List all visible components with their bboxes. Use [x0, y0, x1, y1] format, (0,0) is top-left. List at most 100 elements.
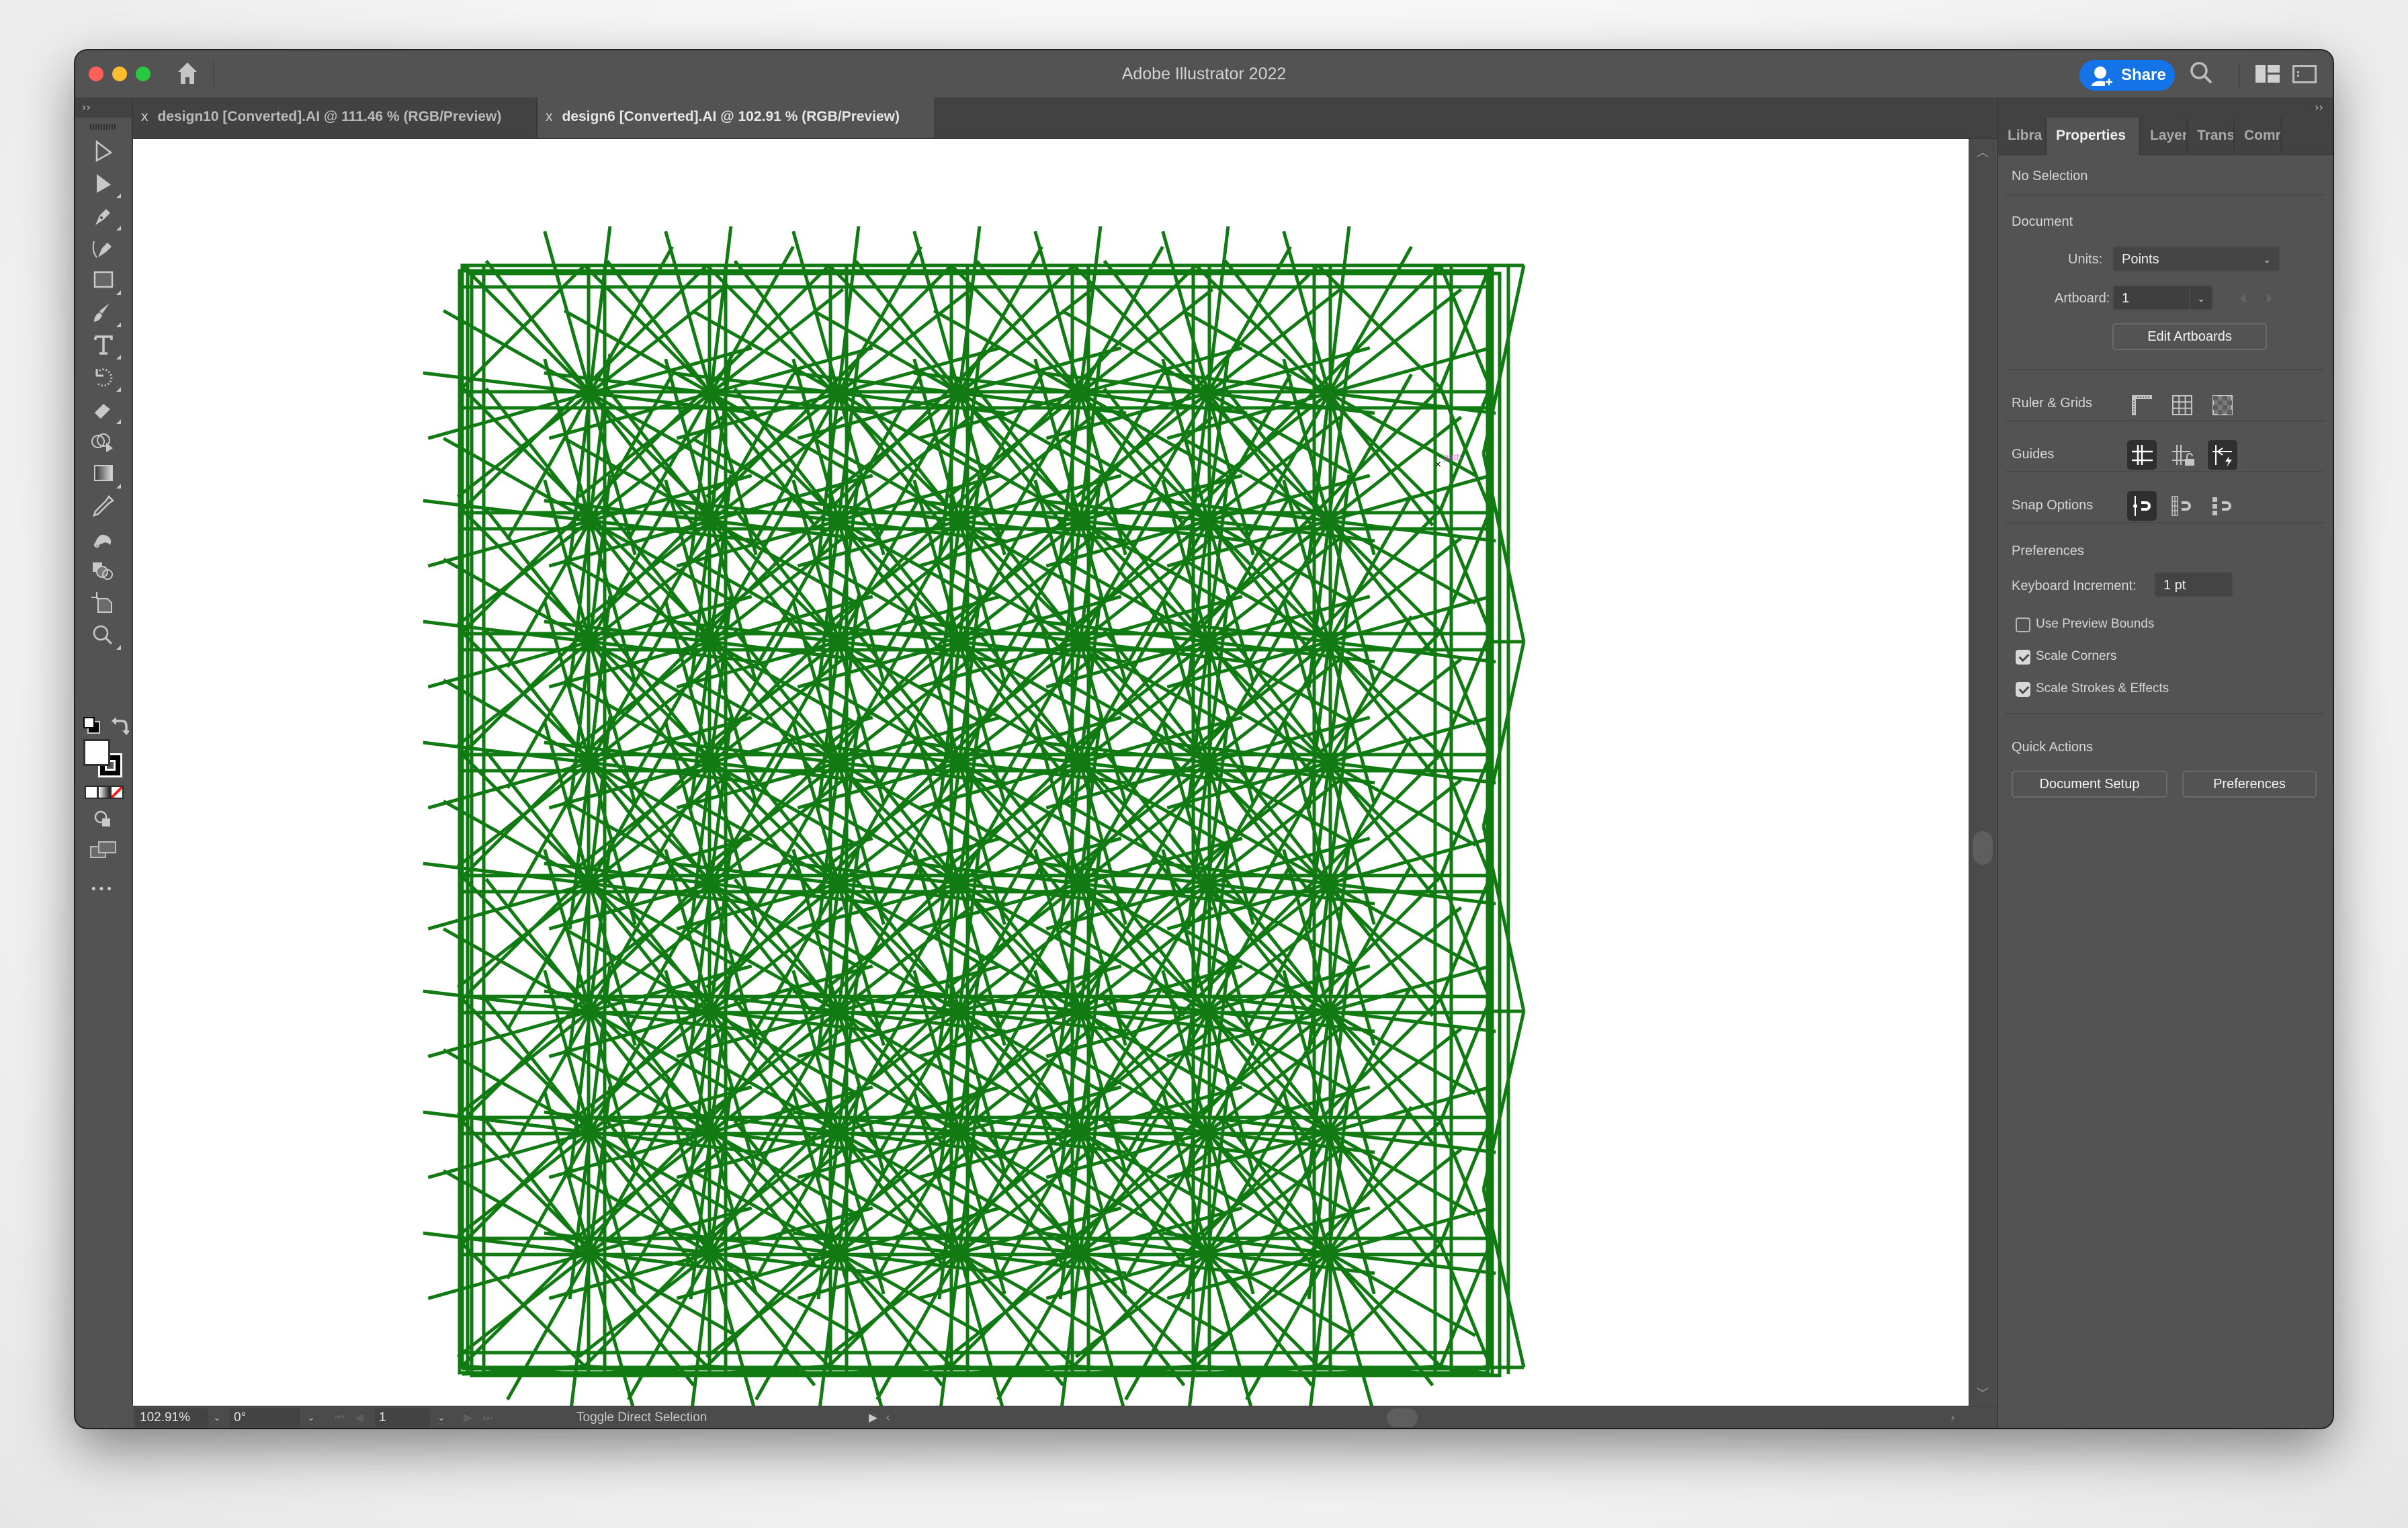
keyboard-increment-field[interactable]: 1 pt — [2154, 572, 2233, 597]
show-guides-icon[interactable] — [2127, 440, 2157, 470]
use-preview-bounds-checkbox[interactable] — [2016, 618, 2030, 632]
direct-selection-icon — [97, 174, 111, 193]
snap-to-point-icon[interactable] — [2127, 491, 2157, 521]
close-tab-icon[interactable]: x — [141, 97, 148, 136]
transparency-grid-icon[interactable] — [2208, 390, 2237, 420]
document-setup-button[interactable]: Document Setup — [2012, 771, 2167, 798]
scale-strokes-effects-checkbox[interactable] — [2016, 682, 2030, 697]
scroll-up-icon[interactable]: ︿ — [1969, 143, 1996, 161]
screen-mode-icon[interactable] — [90, 840, 117, 860]
color-button[interactable] — [86, 787, 97, 798]
swap-arrow-icon[interactable] — [110, 716, 130, 736]
artboard-tool[interactable] — [89, 589, 118, 616]
scroll-down-icon[interactable]: ﹀ — [1969, 1384, 1996, 1402]
artwork-pattern[interactable] — [133, 139, 1969, 1406]
color-mode-buttons — [85, 786, 124, 799]
section-divider — [2005, 713, 2325, 714]
tab-comments[interactable]: Comr — [2235, 118, 2282, 154]
snap-to-grid-icon[interactable] — [2167, 491, 2197, 521]
share-button[interactable]: Share — [2079, 60, 2175, 91]
horizontal-scroll-thumb[interactable] — [1387, 1408, 1418, 1427]
next-artboard-icon[interactable]: ▶ — [464, 1408, 472, 1427]
panel-collapse-button[interactable]: ›› — [1998, 97, 2333, 118]
title-bar: Adobe Illustrator 2022 Share — [75, 50, 2333, 99]
ruler-grids-label: Ruler & Grids — [2012, 396, 2093, 411]
first-artboard-icon[interactable]: ⏮ — [335, 1408, 345, 1427]
eraser-tool[interactable] — [89, 396, 121, 424]
grid-icon[interactable] — [2167, 390, 2197, 420]
vertical-scroll-thumb[interactable] — [1973, 831, 1993, 865]
paintbrush-icon — [94, 303, 110, 322]
previous-artboard-icon[interactable]: ◀ — [355, 1408, 363, 1427]
workspace-switcher-icon[interactable] — [2255, 64, 2280, 87]
radiating-line — [1206, 863, 1292, 1013]
last-artboard-icon[interactable]: ⏭ — [482, 1408, 492, 1427]
shape-builder-tool[interactable] — [89, 428, 118, 455]
scale-corners-checkbox[interactable] — [2016, 650, 2030, 665]
next-artboard-icon[interactable] — [2267, 294, 2272, 303]
artboard-navigation-field[interactable]: 1 — [375, 1408, 430, 1427]
tab-properties[interactable]: Properties — [2047, 118, 2141, 155]
zoom-tool[interactable] — [89, 622, 121, 650]
gradient-button[interactable] — [99, 787, 110, 798]
pen-tool[interactable] — [89, 202, 121, 230]
eyedropper-tool[interactable] — [89, 493, 118, 519]
app-title: Adobe Illustrator 2022 — [1121, 65, 1287, 83]
puppet-warp-tool[interactable] — [89, 525, 118, 552]
rulers-icon[interactable] — [2127, 390, 2157, 420]
none-button[interactable] — [112, 787, 122, 798]
guides-label: Guides — [2012, 447, 2055, 462]
share-label: Share — [2121, 66, 2166, 84]
edit-toolbar-button[interactable]: ••• — [90, 882, 114, 896]
radiating-line — [1328, 1130, 1477, 1216]
previous-artboard-icon[interactable] — [2240, 294, 2245, 303]
smart-guide-cursor: × — [1434, 460, 1442, 470]
tab-libraries[interactable]: Libra — [1998, 118, 2047, 154]
preferences-button[interactable]: Preferences — [2182, 771, 2317, 798]
edit-artboards-button[interactable]: Edit Artboards — [2112, 323, 2267, 350]
artboard-canvas[interactable]: × path — [133, 139, 1969, 1406]
draw-mode-icon[interactable] — [94, 810, 114, 829]
units-dropdown[interactable]: Points ⌄ — [2112, 246, 2280, 271]
zoom-dropdown-icon[interactable]: ⌄ — [207, 1408, 227, 1427]
zoom-level-field[interactable]: 102.91% — [136, 1408, 208, 1427]
radiating-line — [442, 800, 591, 886]
radiating-line — [1328, 1131, 1434, 1266]
paintbrush-tool[interactable] — [89, 299, 121, 327]
tab-transform[interactable]: Trans — [2188, 118, 2235, 154]
rotate-tool[interactable] — [89, 364, 121, 392]
blend-tool[interactable] — [89, 557, 118, 584]
arrange-documents-icon[interactable] — [2292, 64, 2317, 87]
gradient-tool[interactable] — [89, 460, 121, 489]
scroll-left-icon[interactable]: ‹ — [886, 1408, 890, 1427]
vertical-scrollbar[interactable]: ︿ ﹀ — [1969, 139, 1996, 1406]
curvature-tool[interactable] — [89, 235, 118, 261]
section-divider — [2005, 194, 2325, 196]
radiating-line — [1206, 373, 1292, 522]
document-tab-design10[interactable]: x design10 [Converted].AI @ 111.46 % (RGB… — [133, 97, 538, 138]
status-menu-icon[interactable]: ▶ — [869, 1408, 877, 1427]
document-tab-design6[interactable]: x design6 [Converted].AI @ 102.91 % (RGB/… — [538, 97, 934, 138]
fill-swatch[interactable] — [83, 739, 110, 766]
close-tab-icon[interactable]: x — [546, 97, 553, 136]
type-tool[interactable] — [89, 331, 121, 359]
snap-to-pixel-icon[interactable] — [2208, 491, 2237, 521]
radiating-line — [1327, 863, 1413, 1013]
artboard-field[interactable]: 1 ⌄ — [2112, 285, 2213, 310]
artboard-dropdown-icon[interactable]: ⌄ — [431, 1408, 452, 1427]
tools-drag-handle[interactable] — [90, 124, 117, 130]
tools-collapse-button[interactable]: ›› — [75, 97, 132, 118]
rotation-field[interactable]: 0° — [230, 1408, 300, 1427]
scroll-right-icon[interactable]: › — [1950, 1408, 1955, 1427]
radiating-line — [836, 863, 922, 1013]
swap-fill-stroke-icon[interactable] — [82, 716, 102, 736]
selection-tool[interactable] — [89, 138, 118, 165]
smart-guides-icon[interactable] — [2208, 440, 2237, 470]
search-icon[interactable] — [2188, 60, 2215, 89]
tab-layers[interactable]: Layer — [2141, 118, 2188, 154]
rectangle-tool[interactable] — [89, 267, 121, 295]
direct-selection-tool[interactable] — [89, 170, 121, 198]
rotation-dropdown-icon[interactable]: ⌄ — [301, 1408, 321, 1427]
chevron-down-icon[interactable]: ⌄ — [2189, 286, 2205, 310]
lock-guides-icon[interactable] — [2167, 440, 2197, 470]
